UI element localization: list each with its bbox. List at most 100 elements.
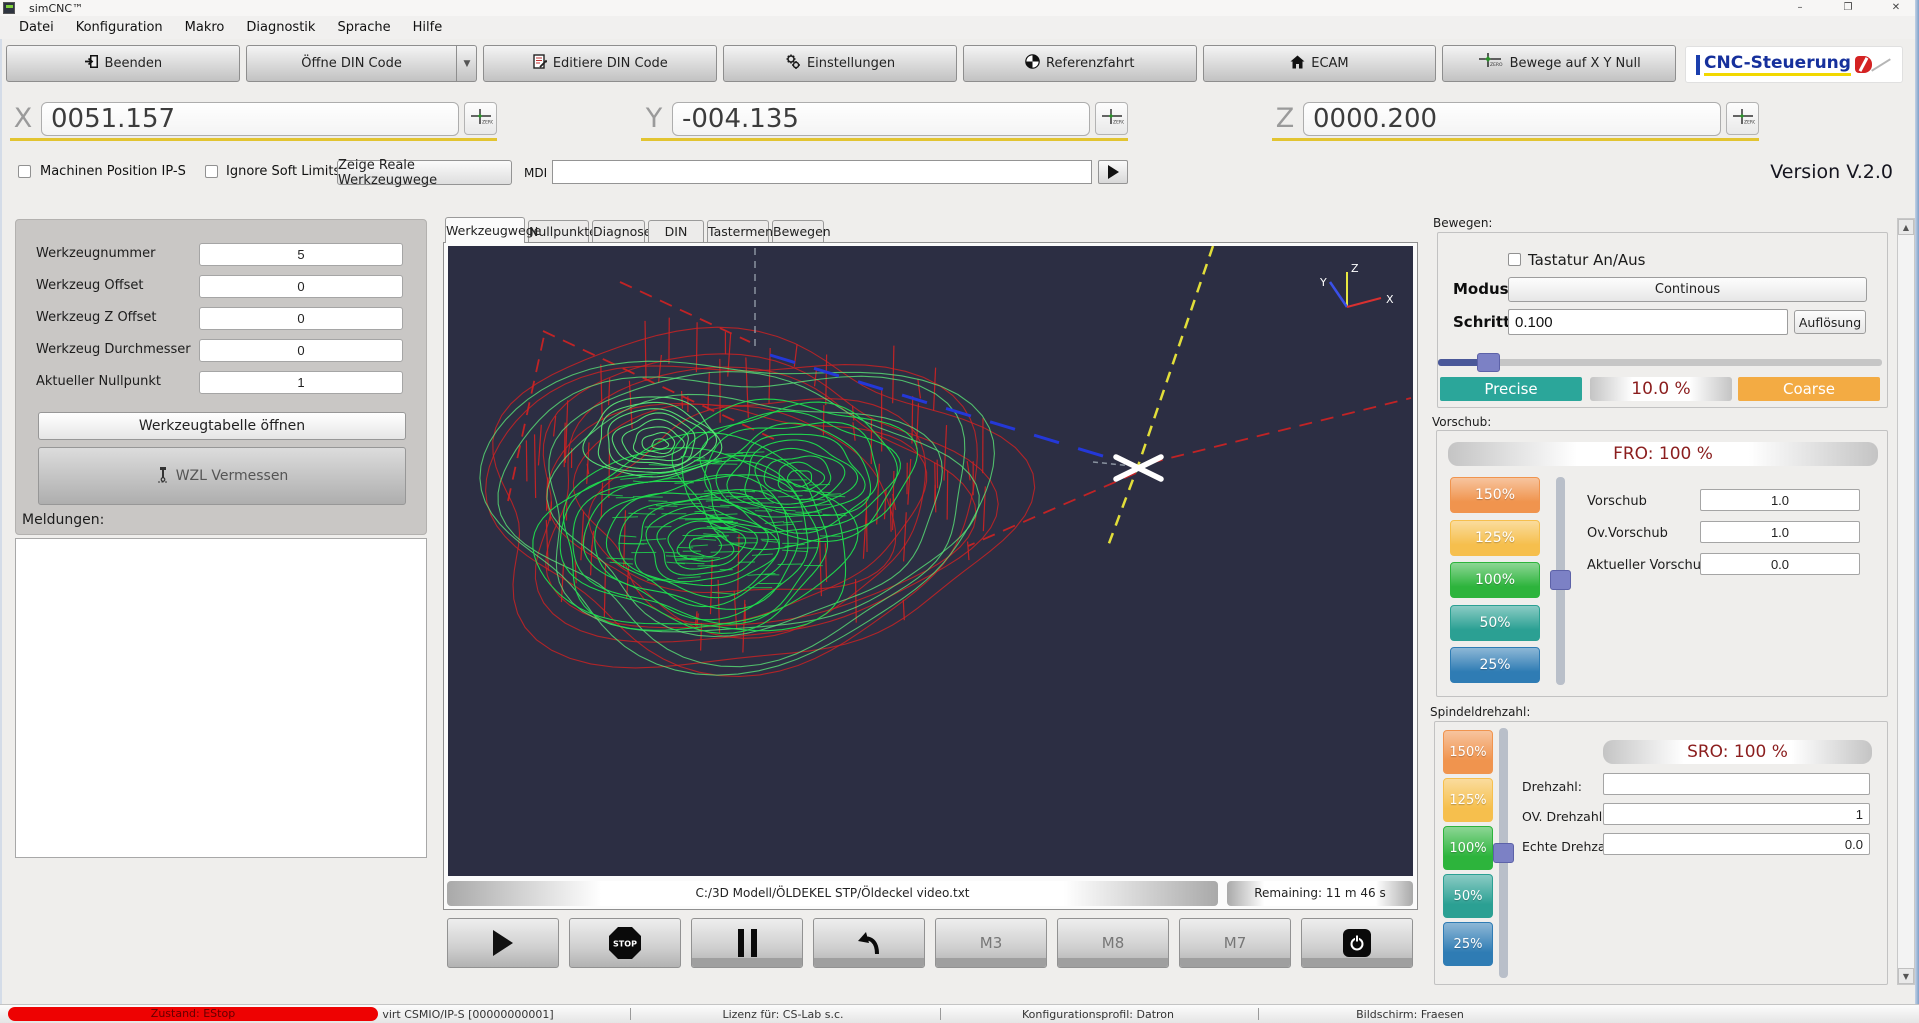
feed-25-button[interactable]: 25%: [1450, 647, 1540, 683]
tab-bewegen[interactable]: Bewegen: [772, 220, 824, 243]
menu-konfiguration[interactable]: Konfiguration: [65, 18, 174, 37]
machine-position-label: Machinen Position IP-S: [40, 164, 186, 179]
tool-panel: Werkzeugnummer Werkzeug Offset Werkzeug …: [15, 219, 427, 535]
dro-x-value[interactable]: [41, 102, 459, 136]
feed-50-button[interactable]: 50%: [1450, 605, 1540, 641]
spindle-slider-handle[interactable]: [1493, 843, 1514, 863]
jog-speed-slider-track[interactable]: [1438, 359, 1882, 366]
svg-text:STOP: STOP: [613, 940, 637, 949]
tastatur-checkbox[interactable]: [1508, 253, 1521, 266]
tab-tastermenu[interactable]: Tastermenü: [707, 220, 769, 243]
zero-x-button[interactable]: ZERO: [464, 102, 497, 135]
werkzeug-durchmesser-input[interactable]: [199, 339, 403, 362]
machine-position-checkbox[interactable]: [18, 165, 31, 178]
tool-probe-icon: [156, 466, 170, 487]
feed-100-button[interactable]: 100%: [1450, 562, 1540, 598]
werkzeugnummer-input[interactable]: [199, 243, 403, 266]
ecam-button[interactable]: ECAM: [1203, 45, 1437, 82]
einstellungen-label: Einstellungen: [807, 56, 895, 71]
aufloesung-button[interactable]: Auflösung: [1794, 310, 1866, 334]
mdi-play-icon: [1108, 165, 1119, 179]
ov-vorschub-input[interactable]: [1700, 521, 1860, 543]
close-button[interactable]: ✕: [1882, 1, 1910, 14]
werkzeugtabelle-button[interactable]: Werkzeugtabelle öffnen: [38, 412, 406, 440]
maximize-button[interactable]: ❐: [1834, 1, 1862, 14]
aktueller-vorschub-input[interactable]: [1700, 553, 1860, 575]
einstellungen-button[interactable]: Einstellungen: [723, 45, 957, 82]
app-icon: [3, 2, 15, 14]
ignore-soft-limits-checkbox[interactable]: [205, 165, 218, 178]
mdi-run-button[interactable]: [1098, 160, 1128, 184]
feed-150-button[interactable]: 150%: [1450, 477, 1540, 513]
zero-x-icon: ZERO: [469, 107, 493, 131]
zeige-reale-werkzeugwege-button[interactable]: Zeige Reale Werkzeugwege: [337, 160, 512, 185]
coarse-button[interactable]: Coarse: [1738, 377, 1880, 401]
drehzahl-input[interactable]: [1603, 773, 1870, 795]
toolpath-3d-view[interactable]: YZX: [448, 246, 1413, 876]
modus-button[interactable]: Continous: [1508, 277, 1867, 302]
wzl-vermessen-button[interactable]: WZL Vermessen: [38, 447, 406, 505]
dro-z-label: Z: [1272, 103, 1298, 134]
home-icon: [1290, 55, 1305, 73]
beenden-button[interactable]: Beenden: [6, 45, 240, 82]
cycle-start-button[interactable]: [447, 918, 559, 968]
m8-button[interactable]: M8: [1057, 918, 1169, 968]
power-icon: [1343, 929, 1371, 957]
spindle-100-button[interactable]: 100%: [1443, 826, 1493, 870]
right-scrollbar[interactable]: ▲ ▼: [1897, 218, 1915, 985]
ov-drehzahl-input[interactable]: [1603, 803, 1870, 825]
aktueller-nullpunkt-input[interactable]: [199, 371, 403, 394]
referenzfahrt-button[interactable]: Referenzfahrt: [963, 45, 1197, 82]
m3-button[interactable]: M3: [935, 918, 1047, 968]
power-button[interactable]: [1301, 918, 1413, 968]
dro-z-group: Z ZERO: [1272, 100, 1759, 141]
menu-hilfe[interactable]: Hilfe: [402, 18, 454, 37]
rewind-button[interactable]: [813, 918, 925, 968]
spindle-25-button[interactable]: 25%: [1443, 922, 1493, 966]
bewege-xy-null-button[interactable]: ZERO Bewege auf X Y Null: [1442, 45, 1676, 82]
editiere-din-button[interactable]: Editiere DIN Code: [483, 45, 717, 82]
exit-door-icon: [84, 54, 99, 73]
tab-din-code[interactable]: DIN Code: [648, 220, 704, 243]
scroll-down-arrow[interactable]: ▼: [1898, 968, 1914, 984]
stop-button[interactable]: STOP: [569, 918, 681, 968]
vorschub-input[interactable]: [1700, 489, 1860, 511]
scroll-up-arrow[interactable]: ▲: [1898, 219, 1914, 235]
aktueller-vorschub-row-label: Aktueller Vorschub: [1587, 558, 1709, 573]
zero-z-button[interactable]: ZERO: [1726, 102, 1759, 135]
spindle-150-button[interactable]: 150%: [1443, 730, 1493, 774]
pause-button[interactable]: [691, 918, 803, 968]
mdi-input[interactable]: [552, 160, 1092, 184]
zero-y-button[interactable]: ZERO: [1095, 102, 1128, 135]
dro-z-value[interactable]: [1303, 102, 1721, 136]
werkzeug-offset-input[interactable]: [199, 275, 403, 298]
oeffne-din-button[interactable]: Öffne DIN Code: [246, 45, 458, 82]
feed-slider-handle[interactable]: [1550, 570, 1571, 590]
tab-diagnose[interactable]: Diagnose: [592, 220, 645, 243]
axis-x-label: X: [1386, 293, 1394, 306]
dro-y-value[interactable]: [672, 102, 1090, 136]
schritt-input[interactable]: [1508, 309, 1788, 335]
tab-werkzeugwege[interactable]: Werkzeugwege: [445, 217, 525, 243]
oeffne-din-dropdown-arrow[interactable]: ▼: [457, 45, 477, 82]
menu-datei[interactable]: Datei: [8, 18, 65, 37]
feed-125-button[interactable]: 125%: [1450, 520, 1540, 556]
zero-crosshair-icon: ZERO: [1478, 52, 1504, 76]
statusbar-separator: [940, 1008, 941, 1020]
menu-sprache[interactable]: Sprache: [326, 18, 401, 37]
echte-drehzahl-input[interactable]: [1603, 833, 1870, 855]
menu-makro[interactable]: Makro: [174, 18, 236, 37]
app-window: simCNC™ – ❐ ✕ Datei Konfiguration Makro …: [0, 0, 1919, 1023]
spindle-125-button[interactable]: 125%: [1443, 778, 1493, 822]
spindle-50-button[interactable]: 50%: [1443, 874, 1493, 918]
ignore-soft-limits-label: Ignore Soft Limits: [226, 164, 340, 179]
werkzeug-z-offset-input[interactable]: [199, 307, 403, 330]
stop-octagon-icon: STOP: [608, 926, 642, 960]
precise-button[interactable]: Precise: [1440, 377, 1582, 401]
m7-button[interactable]: M7: [1179, 918, 1291, 968]
menu-diagnostik[interactable]: Diagnostik: [235, 18, 326, 37]
schritt-label: Schritt: [1453, 313, 1510, 331]
minimize-button[interactable]: –: [1786, 1, 1814, 14]
license-status: Lizenz für: CS-Lab s.c.: [722, 1008, 843, 1021]
jog-speed-slider-handle[interactable]: [1477, 353, 1500, 372]
